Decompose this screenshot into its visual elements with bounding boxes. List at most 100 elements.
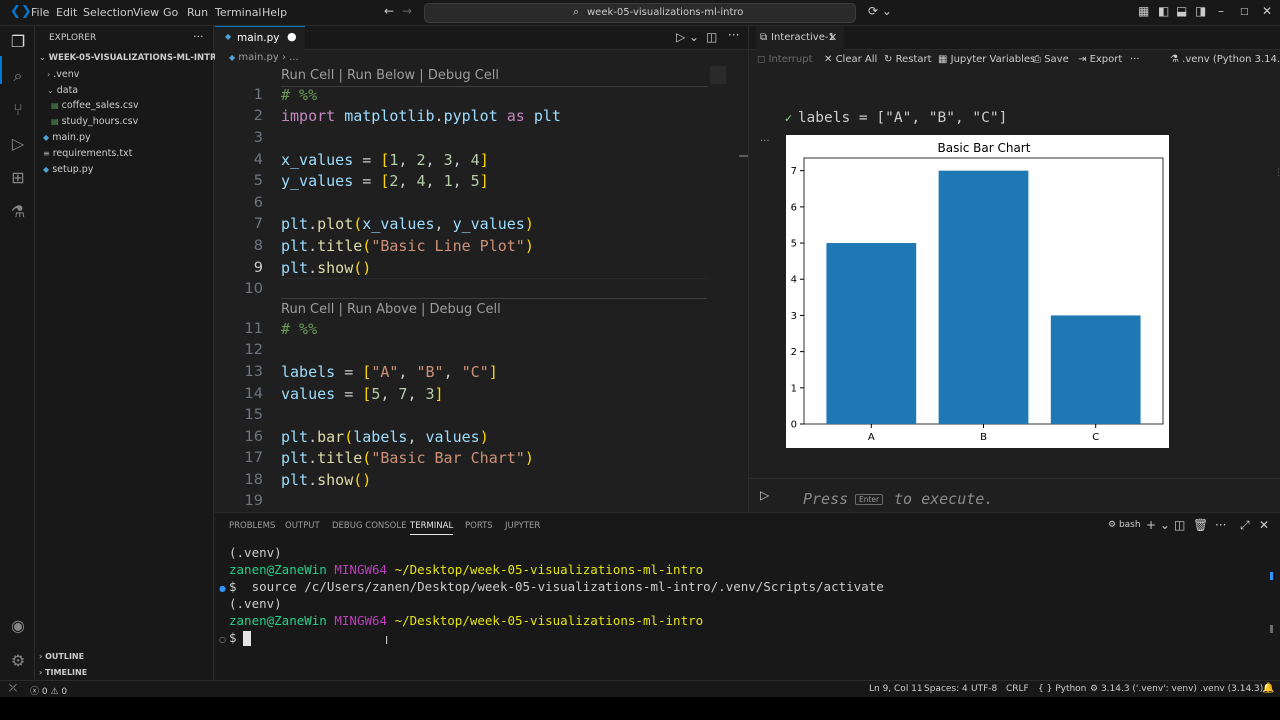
- more-actions-icon[interactable]: ···: [1215, 518, 1226, 532]
- indentation[interactable]: Spaces: 4: [924, 684, 968, 694]
- outline-section[interactable]: › OUTLINE: [39, 652, 84, 661]
- tree-item-venv[interactable]: › .venv: [47, 69, 79, 80]
- workspace-root[interactable]: ⌄ WEEK-05-VISUALIZATIONS-ML-INTRO: [39, 53, 224, 63]
- end-of-line[interactable]: CRLF: [1006, 684, 1029, 694]
- output-scrollbar[interactable]: ⋮: [1274, 168, 1280, 178]
- menu-help[interactable]: Help: [262, 6, 287, 19]
- menu-edit[interactable]: Edit: [56, 6, 77, 19]
- code-line[interactable]: x_values = [1, 2, 3, 4]: [281, 151, 489, 169]
- menu-go[interactable]: Go: [163, 6, 178, 19]
- back-arrow-icon[interactable]: ←: [384, 4, 394, 18]
- save-button[interactable]: ⎙ Save: [1033, 54, 1069, 65]
- run-debug-icon[interactable]: ▷: [7, 134, 29, 156]
- code-line[interactable]: # %%: [281, 86, 317, 104]
- explorer-icon[interactable]: ❐: [7, 32, 29, 54]
- tree-item-data[interactable]: ⌄ data: [47, 85, 78, 96]
- more-actions-icon[interactable]: ···: [1130, 54, 1140, 65]
- breadcrumb-file[interactable]: main.py: [238, 52, 278, 63]
- timeline-section[interactable]: › TIMELINE: [39, 668, 87, 677]
- encoding[interactable]: UTF-8: [971, 684, 997, 694]
- tab-problems[interactable]: PROBLEMS: [229, 521, 275, 531]
- tree-item-requirements[interactable]: ≡ requirements.txt: [43, 148, 132, 159]
- menu-file[interactable]: File: [31, 6, 49, 19]
- close-tab-icon[interactable]: ✕: [828, 31, 837, 44]
- minimap[interactable]: [710, 66, 726, 84]
- forward-arrow-icon[interactable]: →: [402, 4, 412, 18]
- cell-summary[interactable]: ✓ labels = ["A", "B", "C"]: [784, 110, 1007, 126]
- accounts-icon[interactable]: ◉: [7, 616, 29, 638]
- terminal-shell-selector[interactable]: ⚙ bash: [1108, 520, 1141, 530]
- notifications-bell-icon[interactable]: 🔔: [1262, 683, 1274, 694]
- source-control-icon[interactable]: ⑂: [7, 100, 29, 122]
- extensions-icon[interactable]: ⊞: [7, 168, 29, 190]
- language-mode[interactable]: { } Python: [1038, 684, 1086, 694]
- problems-status[interactable]: ⓧ 0 ⚠ 0: [30, 684, 67, 697]
- testing-icon[interactable]: ⚗: [7, 202, 29, 224]
- python-interpreter[interactable]: ⚙ 3.14.3 ('.venv': venv): [1090, 684, 1197, 694]
- menu-view[interactable]: View: [133, 6, 159, 19]
- code-line[interactable]: y_values = [2, 4, 1, 5]: [281, 172, 489, 190]
- command-decoration-icon[interactable]: ○: [219, 635, 226, 644]
- toggle-panel-icon[interactable]: ⬓: [1176, 4, 1187, 18]
- interactive-input-box[interactable]: Press Enter to execute.: [777, 484, 1280, 512]
- tree-item-setup-py[interactable]: ◆ setup.py: [43, 164, 93, 175]
- tab-debug-console[interactable]: DEBUG CONSOLE: [332, 521, 406, 531]
- tab-ports[interactable]: PORTS: [465, 521, 493, 531]
- cell-more-icon[interactable]: ···: [760, 136, 770, 147]
- toggle-secondary-sidebar-icon[interactable]: ◨: [1195, 4, 1206, 18]
- environment[interactable]: .venv (3.14.3): [1200, 684, 1263, 694]
- command-center-search[interactable]: ⌕ week-05-visualizations-ml-intro: [424, 3, 856, 23]
- tree-item-coffee-sales[interactable]: ▤ coffee_sales.csv: [51, 100, 139, 111]
- toggle-sidebar-icon[interactable]: ◧: [1158, 4, 1169, 18]
- tree-item-study-hours[interactable]: ▤ study_hours.csv: [51, 116, 138, 127]
- menu-terminal[interactable]: Terminal: [215, 6, 262, 19]
- more-actions-icon[interactable]: ···: [193, 30, 204, 43]
- minimize-icon[interactable]: –: [1218, 4, 1224, 18]
- tab-terminal[interactable]: TERMINAL: [410, 521, 454, 535]
- interrupt-button[interactable]: ◻ Interrupt: [757, 54, 813, 65]
- copilot-icon[interactable]: ⟳ ⌄: [868, 4, 892, 18]
- execute-cell-icon[interactable]: ▷: [760, 488, 769, 502]
- kernel-picker[interactable]: ⚗ .venv (Python 3.14.3): [1170, 54, 1280, 65]
- code-line-current[interactable]: plt.show(): [281, 259, 371, 277]
- editor-scrollbar[interactable]: [739, 155, 748, 157]
- tab-output[interactable]: OUTPUT: [285, 521, 320, 531]
- restart-button[interactable]: ↻ Restart: [884, 54, 932, 65]
- cell2-codelens[interactable]: Run Cell | Run Above | Debug Cell: [281, 302, 501, 317]
- maximize-panel-icon[interactable]: ⤢: [1240, 518, 1250, 533]
- code-line[interactable]: plt.bar(labels, values): [281, 428, 489, 446]
- tab-jupyter[interactable]: JUPYTER: [505, 521, 540, 531]
- code-line[interactable]: plt.show(): [281, 471, 371, 489]
- code-line[interactable]: labels = ["A", "B", "C"]: [281, 363, 498, 381]
- new-terminal-icon[interactable]: + ⌄: [1146, 518, 1170, 532]
- jupyter-variables-button[interactable]: ▦ Jupyter Variables: [938, 54, 1035, 65]
- code-line[interactable]: plt.title("Basic Bar Chart"): [281, 449, 534, 467]
- run-python-file-icon[interactable]: ▷ ⌄: [676, 30, 699, 44]
- code-line[interactable]: # %%: [281, 320, 317, 338]
- close-panel-icon[interactable]: ✕: [1259, 518, 1269, 532]
- split-editor-icon[interactable]: ◫: [706, 30, 717, 44]
- code-line[interactable]: import matplotlib.pyplot as plt: [281, 107, 561, 125]
- customize-layout-icon[interactable]: ▦: [1138, 4, 1149, 18]
- code-line[interactable]: plt.title("Basic Line Plot"): [281, 237, 534, 255]
- breadcrumb-symbol[interactable]: ...: [289, 52, 299, 63]
- split-terminal-icon[interactable]: ◫: [1174, 518, 1185, 532]
- tab-main-py[interactable]: ◆ main.py ●: [215, 26, 305, 50]
- settings-gear-icon[interactable]: ⚙: [7, 651, 29, 673]
- code-line[interactable]: values = [5, 7, 3]: [281, 385, 444, 403]
- export-button[interactable]: ⇥ Export: [1078, 54, 1122, 65]
- clear-all-button[interactable]: ✕ Clear All: [824, 54, 877, 65]
- cell1-codelens[interactable]: Run Cell | Run Below | Debug Cell: [281, 68, 499, 83]
- kill-terminal-icon[interactable]: 🗑: [1193, 518, 1208, 532]
- command-decoration-icon[interactable]: ●: [219, 584, 226, 593]
- menu-selection[interactable]: Selection: [83, 6, 134, 19]
- restore-icon[interactable]: □: [1240, 7, 1249, 17]
- close-window-icon[interactable]: ✕: [1262, 4, 1272, 18]
- tab-interactive-1[interactable]: ⧉ Interactive-1 ✕: [756, 26, 844, 50]
- tree-item-main-py[interactable]: ◆ main.py: [43, 132, 91, 143]
- unsaved-dot-icon[interactable]: ●: [287, 30, 297, 43]
- search-icon[interactable]: ⌕: [7, 66, 29, 88]
- code-line[interactable]: plt.plot(x_values, y_values): [281, 215, 534, 233]
- more-actions-icon[interactable]: ···: [728, 28, 739, 42]
- cursor-position[interactable]: Ln 9, Col 11: [869, 684, 923, 694]
